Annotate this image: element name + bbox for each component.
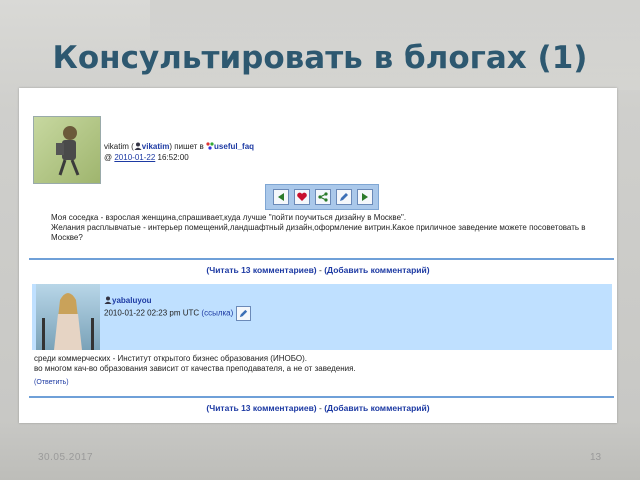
edit-icon [239,309,247,318]
author-name: vikatim [104,142,129,151]
edit-tags-button[interactable] [336,189,352,205]
post-date-link[interactable]: 2010-01-22 [114,153,155,162]
community-icon [206,142,214,150]
post-body-line: Москве? [51,233,83,242]
divider [29,396,614,398]
share-icon [318,192,328,202]
heart-icon [297,192,307,201]
reply-link[interactable]: (Ответить) [34,378,594,388]
post-body-line: Желания расплывчатые - интерьер помещени… [51,223,586,232]
divider [29,258,614,260]
page-number: 13 [590,452,602,463]
add-comment-link[interactable]: (Добавить комментарий) [324,403,429,413]
writes-in-text: ) пишет в [169,142,204,151]
next-arrow-icon [362,193,368,201]
comment-body: среди коммерческих - Институт открытого … [34,354,594,388]
add-comment-link[interactable]: (Добавить комментарий) [324,265,429,275]
at-symbol: @ [104,153,113,162]
next-button[interactable] [357,189,373,205]
memories-button[interactable] [294,189,310,205]
post-body: Моя соседка - взрослая женщина,спрашивае… [51,213,611,243]
post-time: 16:52:00 [157,153,189,162]
post-header: vikatim (vikatim) пишет в useful_faq @ 2… [104,141,254,163]
commenter-link[interactable]: yabaluyou [112,296,152,305]
comment-links-bottom: (Читать 13 комментариев) - (Добавить ком… [19,403,617,413]
user-icon [134,142,142,150]
user-avatar [33,116,101,184]
permalink[interactable]: (ссылка) [201,309,233,318]
comment-entry: yabaluyou 2010-01-22 02:23 pm UTC (ссылк… [32,284,612,350]
comment-links-top: (Читать 13 комментариев) - (Добавить ком… [19,265,617,275]
footer-date: 30.05.2017 [38,452,94,463]
edit-icon [340,193,348,201]
comment-datetime: 2010-01-22 02:23 pm UTC [104,308,200,318]
prev-button[interactable] [273,189,289,205]
comment-body-line: во многом кач-во образования зависит от … [34,364,356,373]
commenter-avatar [36,284,100,350]
prev-arrow-icon [278,193,284,201]
comment-body-line: среди коммерческих - Институт открытого … [34,354,307,363]
blog-post: vikatim (vikatim) пишет в useful_faq @ 2… [19,88,617,258]
post-body-line: Моя соседка - взрослая женщина,спрашивае… [51,213,407,222]
community-link[interactable]: useful_faq [214,142,254,151]
comment-header: yabaluyou 2010-01-22 02:23 pm UTC (ссылк… [104,295,251,321]
share-button[interactable] [315,189,331,205]
avatar-figure-icon [42,293,94,350]
avatar-figure-icon [56,126,80,176]
read-comments-link[interactable]: (Читать 13 комментариев) [206,265,316,275]
user-link[interactable]: vikatim [142,142,170,151]
post-toolbar [265,184,379,210]
edit-comment-button[interactable] [235,306,251,321]
slide-title: Консультировать в блогах (1) [52,40,588,76]
read-comments-link[interactable]: (Читать 13 комментариев) [206,403,316,413]
blog-screenshot-panel: vikatim (vikatim) пишет в useful_faq @ 2… [19,88,617,423]
user-icon [104,296,112,304]
